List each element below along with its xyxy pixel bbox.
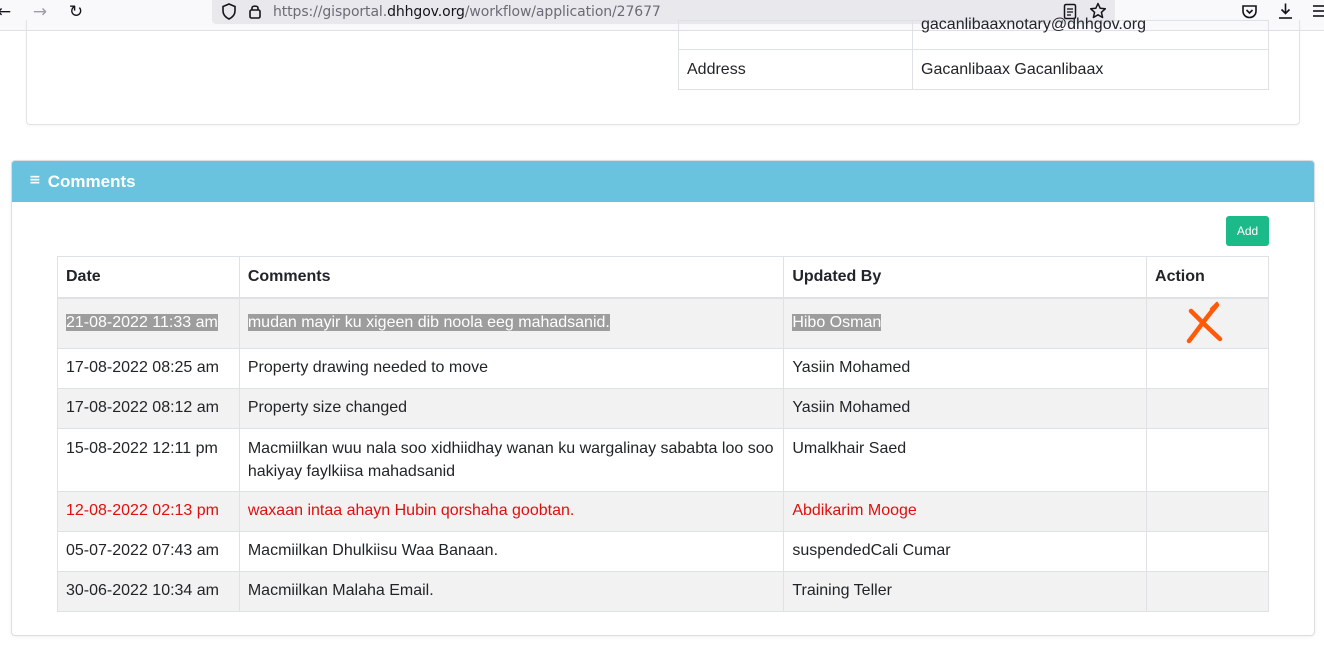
info-row: Address Gacanlibaax Gacanlibaax — [678, 49, 1269, 90]
applicant-info-table: gacanlibaaxnotary@dhhgov.org Address Gac… — [678, 16, 1269, 90]
table-row: 30-06-2022 10:34 am Macmiilkan Malaha Em… — [57, 570, 1269, 612]
back-arrow-icon[interactable]: ← — [0, 0, 14, 24]
column-header-action[interactable]: Action — [1146, 256, 1269, 299]
url-prefix: https://gisportal. — [273, 4, 388, 20]
column-header-date[interactable]: Date — [57, 256, 240, 299]
pocket-icon[interactable] — [1241, 3, 1258, 20]
info-value: Gacanlibaax Gacanlibaax — [912, 49, 1269, 90]
updated-by-cell: Hibo Osman — [783, 297, 1148, 349]
action-cell — [1146, 427, 1269, 492]
selected-text: Hibo Osman — [792, 314, 882, 331]
column-header-comments[interactable]: Comments — [238, 256, 785, 299]
email-value: gacanlibaaxnotary@dhhgov.org — [921, 16, 1146, 33]
comment-cell: mudan mayir ku xigeen dib noola eeg maha… — [238, 297, 785, 349]
info-value: gacanlibaaxnotary@dhhgov.org — [912, 16, 1269, 50]
updated-by-cell: Yasiin Mohamed — [783, 347, 1148, 389]
action-cell — [1146, 297, 1269, 349]
updated-by-cell: Training Teller — [783, 570, 1148, 612]
action-cell — [1146, 387, 1269, 429]
action-cell — [1146, 570, 1269, 612]
info-label — [678, 20, 913, 50]
comment-cell: waxaan intaa ahayn Hubin qorshaha goobta… — [238, 490, 785, 532]
url-domain: dhhgov.org — [387, 4, 465, 20]
date-cell: 15-08-2022 12:11 pm — [57, 427, 240, 492]
action-cell — [1146, 530, 1269, 572]
info-label: Address — [678, 49, 913, 90]
date-cell: 30-06-2022 10:34 am — [57, 570, 240, 612]
action-cell — [1146, 347, 1269, 389]
shield-icon[interactable] — [221, 3, 237, 20]
table-row: 12-08-2022 02:13 pm waxaan intaa ahayn H… — [57, 490, 1269, 532]
table-header-row: Date Comments Updated By Action — [57, 256, 1269, 299]
action-cell — [1146, 490, 1269, 532]
comments-title: Comments — [47, 171, 136, 191]
updated-by-cell: suspendedCali Cumar — [783, 530, 1148, 572]
updated-by-cell: Abdikarim Mooge — [783, 490, 1148, 532]
list-icon: ≡ — [29, 171, 41, 188]
url-path: /workflow/application/27677 — [464, 4, 661, 20]
comments-header: ≡ Comments — [12, 161, 1314, 202]
delete-x-icon[interactable] — [1183, 301, 1225, 345]
updated-by-cell: Yasiin Mohamed — [783, 387, 1148, 429]
url-text[interactable]: https://gisportal.dhhgov.org/workflow/ap… — [273, 4, 661, 20]
info-row: gacanlibaaxnotary@dhhgov.org — [678, 16, 1269, 50]
table-row: 17-08-2022 08:12 am Property size change… — [57, 387, 1269, 429]
lock-icon[interactable] — [248, 3, 262, 20]
comments-table: Date Comments Updated By Action 21-08-20… — [57, 256, 1269, 612]
column-header-updated-by[interactable]: Updated By — [783, 256, 1148, 299]
table-row: 05-07-2022 07:43 am Macmiilkan Dhulkiisu… — [57, 530, 1269, 572]
date-cell: 17-08-2022 08:12 am — [57, 387, 240, 429]
table-row: 17-08-2022 08:25 am Property drawing nee… — [57, 347, 1269, 389]
date-cell: 21-08-2022 11:33 am — [57, 297, 240, 349]
comment-cell: Macmiilkan Malaha Email. — [238, 570, 785, 612]
date-cell: 17-08-2022 08:25 am — [57, 347, 240, 389]
selected-text: mudan mayir ku xigeen dib noola eeg maha… — [247, 314, 610, 331]
add-comment-button[interactable]: Add — [1226, 216, 1269, 246]
date-cell: 12-08-2022 02:13 pm — [57, 490, 240, 532]
comment-cell: Property drawing needed to move — [238, 347, 785, 389]
comments-card: ≡ Comments Add Date Comments Updated By … — [11, 160, 1315, 636]
comment-cell: Property size changed — [238, 387, 785, 429]
download-icon[interactable] — [1277, 2, 1294, 20]
comment-cell: Macmiilkan wuu nala soo xidhiidhay wanan… — [238, 427, 785, 492]
updated-by-cell: Umalkhair Saed — [783, 427, 1148, 492]
table-row: 15-08-2022 12:11 pm Macmiilkan wuu nala … — [57, 427, 1269, 492]
comment-cell: Macmiilkan Dhulkiisu Waa Banaan. — [238, 530, 785, 572]
table-row: 21-08-2022 11:33 am mudan mayir ku xigee… — [57, 297, 1269, 349]
selected-text: 21-08-2022 11:33 am — [66, 314, 218, 331]
menu-icon[interactable] — [1312, 4, 1324, 18]
date-cell: 05-07-2022 07:43 am — [57, 530, 240, 572]
